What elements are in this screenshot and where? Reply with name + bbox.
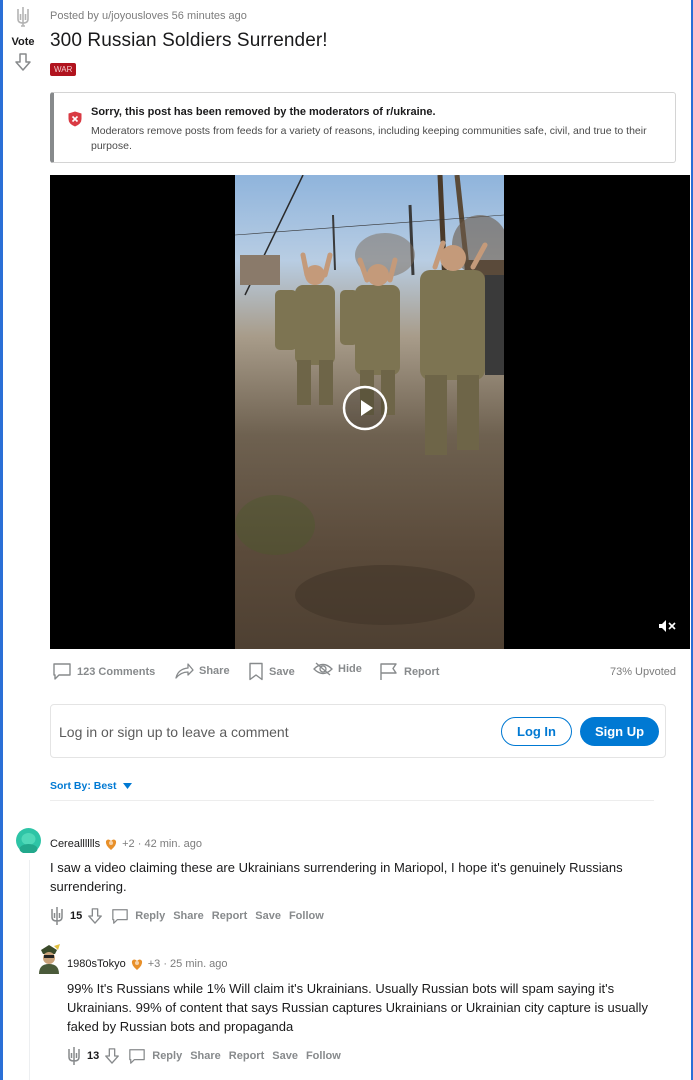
upvote-trident-icon[interactable] [50, 906, 64, 926]
downvote-icon[interactable] [87, 907, 103, 925]
downvote-icon[interactable] [104, 1047, 120, 1065]
comment-icon [53, 663, 71, 680]
comment-author[interactable]: 1980sTokyo [67, 958, 126, 970]
vote-label: Vote [11, 36, 35, 48]
post-meta: Posted by u/joyousloves 56 minutes ago [50, 10, 247, 22]
comment-meta: 1980sTokyo +3 · 25 min. ago [67, 957, 228, 971]
post-actions: 123 Comments Share Save Hide Report 73% … [52, 662, 676, 682]
report-label: Report [404, 665, 440, 678]
caret-down-icon [122, 783, 132, 789]
vote-column: Vote [8, 6, 38, 72]
post-flair[interactable]: WAR [50, 63, 77, 76]
hide-button[interactable]: Hide [313, 662, 362, 676]
comment-actions: 15 Reply Share Report Save Follow [50, 906, 324, 926]
avatar[interactable] [16, 828, 41, 854]
comments-button[interactable]: 123 Comments [52, 662, 155, 681]
upvote-ratio: 73% Upvoted [609, 666, 676, 678]
share-icon [175, 663, 194, 679]
sort-dropdown[interactable]: Sort By: Best [50, 780, 132, 792]
upvote-trident-icon[interactable] [15, 6, 31, 28]
award-icon [131, 959, 142, 970]
follow-button[interactable]: Follow [306, 1050, 341, 1062]
comment-author[interactable]: Cerealllllls [50, 838, 100, 850]
report-button[interactable]: Report [212, 910, 247, 922]
comment-score: 15 [70, 910, 83, 922]
share-label: Share [199, 664, 230, 677]
share-button[interactable]: Share [174, 662, 230, 679]
hide-label: Hide [338, 663, 362, 675]
mute-icon[interactable] [658, 619, 676, 633]
play-icon[interactable] [342, 385, 388, 431]
comment-login-box: Log in or sign up to leave a comment Log… [50, 704, 666, 758]
comments-label: 123 Comments [77, 665, 156, 678]
share-button[interactable]: Share [190, 1050, 221, 1062]
comment-score: 13 [87, 1050, 100, 1062]
comment-icon [129, 1048, 146, 1064]
avatar[interactable] [36, 944, 62, 974]
save-button[interactable]: Save [248, 662, 295, 681]
report-button[interactable]: Report [379, 662, 439, 681]
save-label: Save [269, 665, 295, 678]
report-icon [380, 663, 397, 680]
login-prompt: Log in or sign up to leave a comment [59, 724, 289, 740]
share-button[interactable]: Share [173, 910, 204, 922]
downvote-icon[interactable] [14, 52, 32, 72]
upvote-trident-icon[interactable] [67, 1046, 81, 1066]
comment-icon [112, 908, 129, 924]
award-icon [105, 839, 117, 850]
comment-time: · 42 min. ago [137, 838, 202, 850]
signup-button[interactable]: Sign Up [580, 717, 659, 746]
divider [50, 800, 654, 801]
shield-x-icon [68, 111, 82, 127]
hide-icon [313, 662, 333, 676]
sort-label: Sort By: Best [50, 780, 117, 792]
thread-line[interactable] [29, 860, 30, 1080]
reply-label: Reply [152, 1050, 183, 1062]
report-button[interactable]: Report [229, 1050, 264, 1062]
comment-meta: Cerealllllls +2 · 42 min. ago [50, 837, 202, 851]
comment-actions: 13 Reply Share Report Save Follow [67, 1046, 341, 1066]
video-player[interactable] [50, 175, 690, 649]
comment-body: I saw a video claiming these are Ukraini… [50, 860, 623, 894]
save-icon [249, 662, 263, 681]
comment-time: · 25 min. ago [163, 958, 228, 970]
reply-button[interactable]: Reply [111, 908, 165, 925]
removed-title: Sorry, this post has been removed by the… [91, 106, 436, 118]
save-button[interactable]: Save [255, 910, 281, 922]
comment-body: 99% It's Russians while 1% Will claim it… [67, 981, 648, 1034]
removed-notice: Sorry, this post has been removed by the… [50, 92, 676, 163]
post-title[interactable]: 300 Russian Soldiers Surrender! [50, 30, 328, 52]
comment-karma: +2 [122, 838, 135, 850]
comment-karma: +3 [147, 958, 161, 970]
follow-button[interactable]: Follow [289, 910, 324, 922]
login-button[interactable]: Log In [501, 717, 572, 746]
reply-button[interactable]: Reply [128, 1048, 182, 1065]
save-button[interactable]: Save [272, 1050, 298, 1062]
removed-text: Moderators remove posts from feeds for a… [91, 125, 647, 152]
reply-label: Reply [135, 910, 166, 922]
